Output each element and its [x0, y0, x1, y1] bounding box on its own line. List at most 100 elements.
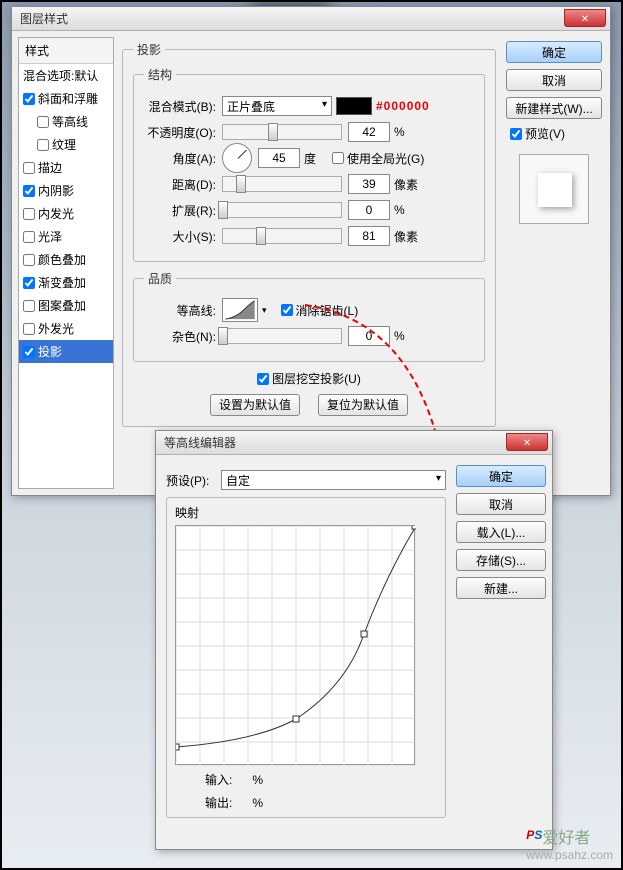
style-item[interactable]: 外发光 [19, 317, 113, 340]
style-label: 投影 [38, 343, 62, 360]
style-label: 等高线 [52, 113, 88, 130]
quality-group: 品质 等高线: ▾ 消除锯齿(L) 杂色(N): 0 % [133, 270, 485, 362]
style-label: 内阴影 [38, 182, 74, 199]
style-item[interactable]: 纹理 [19, 133, 113, 156]
spread-input[interactable]: 0 [348, 200, 390, 220]
style-item[interactable]: 图案叠加 [19, 294, 113, 317]
new-style-button[interactable]: 新建样式(W)... [506, 97, 602, 119]
knockout-checkbox[interactable]: 图层挖空投影(U) [257, 370, 361, 387]
titlebar[interactable]: 图层样式 [12, 7, 610, 31]
style-checkbox[interactable] [23, 162, 35, 174]
close-icon[interactable] [564, 9, 606, 27]
dialog-buttons: 确定 取消 载入(L)... 存储(S)... 新建... [456, 465, 542, 839]
blend-mode-combo[interactable]: 正片叠底 [222, 96, 332, 116]
opacity-slider[interactable] [222, 124, 342, 140]
style-label: 渐变叠加 [38, 274, 86, 291]
style-checkbox[interactable] [23, 277, 35, 289]
dialog-buttons: 确定 取消 新建样式(W)... 预览(V) [504, 37, 604, 489]
make-default-button[interactable]: 设置为默认值 [210, 394, 300, 416]
styles-header[interactable]: 样式 [19, 38, 113, 64]
mapping-legend: 映射 [175, 504, 437, 521]
preset-combo[interactable]: 自定 [221, 470, 446, 490]
style-item[interactable]: 内阴影 [19, 179, 113, 202]
dialog-title: 等高线编辑器 [164, 434, 236, 451]
distance-input[interactable]: 39 [348, 174, 390, 194]
save-button[interactable]: 存储(S)... [456, 549, 546, 571]
style-checkbox[interactable] [23, 208, 35, 220]
shadow-panel: 投影 结构 混合模式(B): 正片叠底 #000000 不透明度(O): 42 … [114, 37, 504, 489]
shadow-color-swatch[interactable] [336, 97, 372, 115]
size-input[interactable]: 81 [348, 226, 390, 246]
style-item[interactable]: 投影 [19, 340, 113, 363]
style-item[interactable]: 光泽 [19, 225, 113, 248]
style-item[interactable]: 等高线 [19, 110, 113, 133]
preview-checkbox[interactable]: 预览(V) [510, 125, 602, 142]
curve-canvas[interactable] [175, 525, 415, 765]
style-label: 光泽 [38, 228, 62, 245]
style-checkbox[interactable] [37, 139, 49, 151]
titlebar[interactable]: 等高线编辑器 [156, 431, 552, 455]
style-item[interactable]: 渐变叠加 [19, 271, 113, 294]
style-label: 图案叠加 [38, 297, 86, 314]
cancel-button[interactable]: 取消 [456, 493, 546, 515]
distance-unit: 像素 [394, 176, 422, 193]
noise-slider[interactable] [222, 328, 342, 344]
style-label: 颜色叠加 [38, 251, 86, 268]
angle-unit: 度 [304, 150, 332, 167]
structure-group: 结构 混合模式(B): 正片叠底 #000000 不透明度(O): 42 % [133, 66, 485, 262]
ok-button[interactable]: 确定 [506, 41, 602, 63]
spread-slider[interactable] [222, 202, 342, 218]
noise-unit: % [394, 329, 422, 343]
style-label: 纹理 [52, 136, 76, 153]
style-checkbox[interactable] [23, 254, 35, 266]
style-label: 斜面和浮雕 [38, 90, 98, 107]
input-label: 输入: [205, 771, 232, 788]
cancel-button[interactable]: 取消 [506, 69, 602, 91]
style-item[interactable]: 颜色叠加 [19, 248, 113, 271]
dialog-title: 图层样式 [20, 10, 68, 27]
new-button[interactable]: 新建... [456, 577, 546, 599]
style-checkbox[interactable] [23, 300, 35, 312]
contour-picker[interactable] [222, 298, 258, 322]
layer-style-dialog: 图层样式 样式 混合选项:默认 斜面和浮雕等高线纹理描边内阴影内发光光泽颜色叠加… [11, 6, 611, 496]
style-checkbox[interactable] [23, 323, 35, 335]
style-checkbox[interactable] [23, 93, 35, 105]
percent-unit: % [252, 773, 263, 787]
style-item[interactable]: 内发光 [19, 202, 113, 225]
opacity-input[interactable]: 42 [348, 122, 390, 142]
ok-button[interactable]: 确定 [456, 465, 546, 487]
style-item[interactable]: 描边 [19, 156, 113, 179]
preview-thumbnail [519, 154, 589, 224]
style-checkbox[interactable] [23, 231, 35, 243]
reset-default-button[interactable]: 复位为默认值 [318, 394, 408, 416]
distance-label: 距离(D): [144, 176, 222, 193]
distance-slider[interactable] [222, 176, 342, 192]
load-button[interactable]: 载入(L)... [456, 521, 546, 543]
close-icon[interactable] [506, 433, 548, 451]
noise-input[interactable]: 0 [348, 326, 390, 346]
opacity-unit: % [394, 125, 422, 139]
style-checkbox[interactable] [23, 346, 35, 358]
style-checkbox[interactable] [37, 116, 49, 128]
global-light-checkbox[interactable]: 使用全局光(G) [332, 150, 424, 167]
contour-editor-dialog: 等高线编辑器 预设(P): 自定 映射 [155, 430, 553, 850]
angle-dial[interactable] [222, 143, 252, 173]
style-item[interactable]: 斜面和浮雕 [19, 87, 113, 110]
color-hex-annotation: #000000 [376, 99, 430, 113]
size-unit: 像素 [394, 228, 422, 245]
size-slider[interactable] [222, 228, 342, 244]
angle-input[interactable]: 45 [258, 148, 300, 168]
size-label: 大小(S): [144, 228, 222, 245]
blend-options-row[interactable]: 混合选项:默认 [19, 64, 113, 87]
shadow-legend: 投影 [133, 41, 165, 58]
style-list: 样式 混合选项:默认 斜面和浮雕等高线纹理描边内阴影内发光光泽颜色叠加渐变叠加图… [18, 37, 114, 489]
style-checkbox[interactable] [23, 185, 35, 197]
shadow-group: 投影 结构 混合模式(B): 正片叠底 #000000 不透明度(O): 42 … [122, 41, 496, 427]
mapping-group: 映射 输入: % [166, 497, 446, 818]
spread-label: 扩展(R): [144, 202, 222, 219]
blend-mode-label: 混合模式(B): [144, 98, 222, 115]
quality-legend: 品质 [144, 270, 176, 287]
antialias-checkbox[interactable]: 消除锯齿(L) [281, 302, 359, 319]
chevron-down-icon[interactable]: ▾ [262, 305, 267, 316]
style-label: 内发光 [38, 205, 74, 222]
